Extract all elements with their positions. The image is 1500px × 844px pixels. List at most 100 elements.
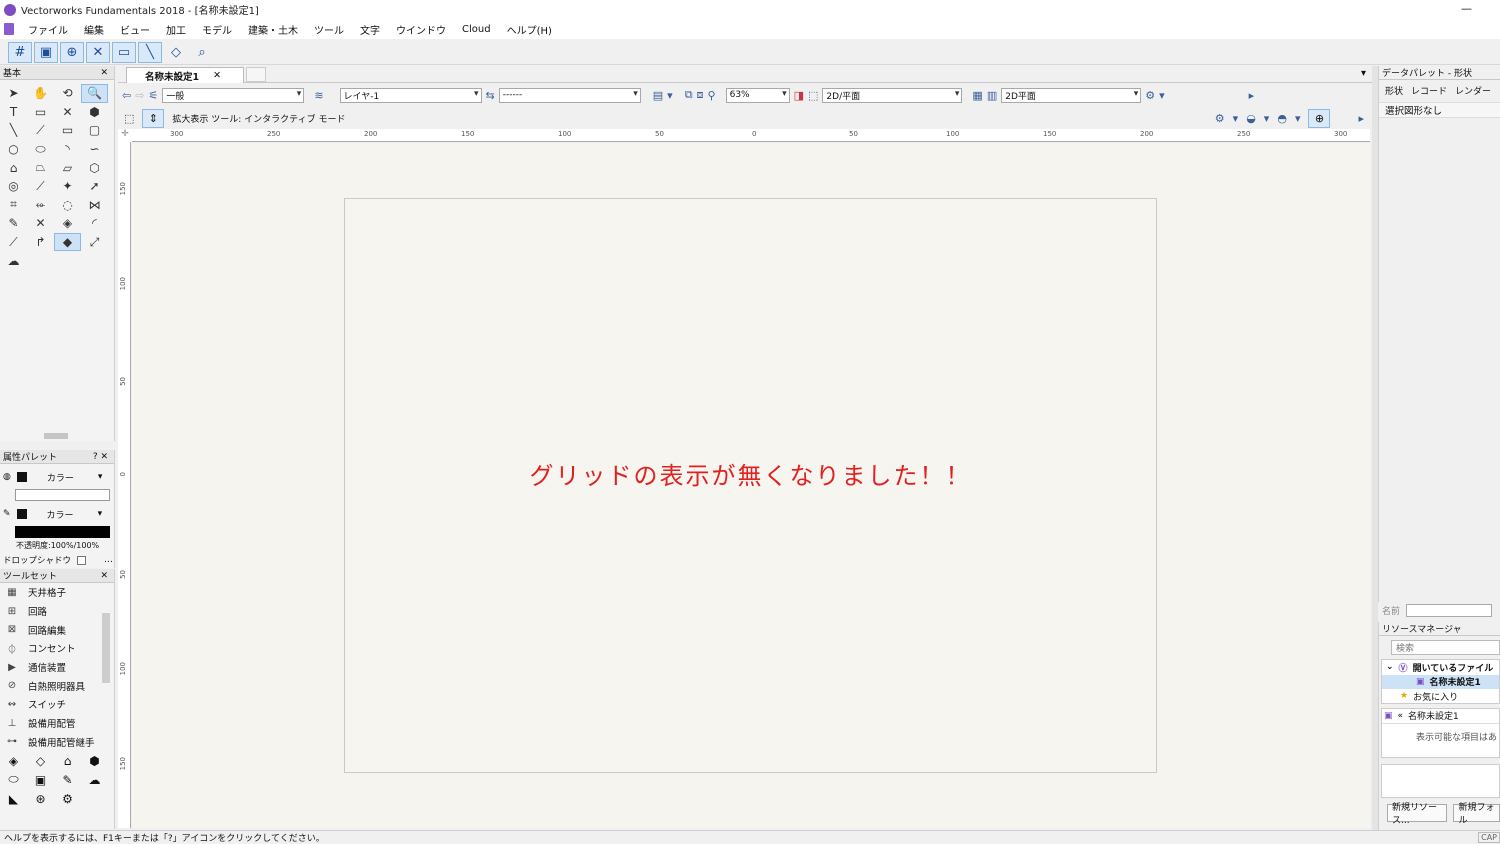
fill-style-label[interactable]: カラー <box>47 471 74 484</box>
class-dropdown[interactable]: 一般 <box>162 87 305 103</box>
menu-edit[interactable]: 編集 <box>76 22 112 37</box>
snap-grid-icon[interactable]: # <box>8 41 32 63</box>
menu-model[interactable]: モデル <box>194 22 240 37</box>
projection-icon[interactable]: ▥ <box>987 89 997 102</box>
view-dropdown[interactable]: 2D/平面 <box>822 87 963 103</box>
dimension-tool-icon[interactable]: ⤢ <box>81 233 108 252</box>
fit-view-icon[interactable]: ⧈ <box>697 88 704 102</box>
back-arrow-icon[interactable]: ⇦ <box>122 89 131 102</box>
double-polygon-tool-icon[interactable]: ⏥ <box>54 158 81 177</box>
interactive-zoom-mode-icon[interactable]: ⇕ <box>142 108 165 128</box>
chevron-down-icon[interactable]: ▾ <box>1295 112 1301 125</box>
menu-modify[interactable]: 加工 <box>158 22 194 37</box>
render-mode-icon[interactable]: ▦ <box>972 89 982 102</box>
reshape-tool-icon[interactable]: ⬰ <box>27 196 54 215</box>
menu-tools[interactable]: ツール <box>306 22 352 37</box>
snap-distance-icon[interactable]: ▭ <box>112 41 136 63</box>
machine-design-toolset-icon[interactable]: ◣ <box>0 789 27 808</box>
layer-dropdown[interactable]: レイヤ-1 <box>339 87 482 103</box>
tree-item-favorites[interactable]: ★ お気に入り <box>1382 689 1499 704</box>
text-tool-icon[interactable]: T <box>0 103 27 122</box>
document-icon[interactable] <box>4 23 14 35</box>
oval-tool-icon[interactable]: ⬭ <box>27 140 54 159</box>
render-dropdown[interactable]: 2D平面 <box>1001 87 1142 103</box>
site-toolset-icon[interactable]: ☁ <box>81 770 108 789</box>
mep-toolset-icon[interactable]: ⊛ <box>27 789 54 808</box>
snap-point-icon[interactable]: ◇ <box>164 42 188 63</box>
furniture-toolset-icon[interactable]: ▣ <box>27 770 54 789</box>
double-line-tool-icon[interactable]: ⟋ <box>27 121 54 140</box>
zoom-mode-icon[interactable]: ⬚ <box>124 112 134 125</box>
palette-collapse-handle[interactable] <box>44 433 68 439</box>
visualization-icon[interactable]: ◒ <box>1246 112 1256 125</box>
help-icon[interactable]: ? <box>93 452 98 462</box>
regular-polygon-tool-icon[interactable]: ⬡ <box>81 158 108 177</box>
circle-tool-icon[interactable]: ○ <box>0 140 27 159</box>
connect-tool-icon[interactable]: ◈ <box>54 214 81 233</box>
toolset-item[interactable]: ⊶ 設備用配管継手 <box>0 733 114 752</box>
trim-tool-icon[interactable]: ✕ <box>27 214 54 233</box>
chevron-down-icon[interactable]: ▾ <box>1233 112 1239 125</box>
chevron-down-icon[interactable]: ▾ <box>98 472 103 482</box>
snap-angle-icon[interactable]: ⊕ <box>60 41 84 63</box>
spiral-tool-icon[interactable]: ◎ <box>0 177 27 196</box>
close-icon[interactable]: ✕ <box>213 70 221 81</box>
line-type-dropdown[interactable]: ------ <box>498 87 641 103</box>
pen-style-label[interactable]: カラー <box>47 508 74 521</box>
expand-bar-icon[interactable]: ▸ <box>1358 112 1364 125</box>
chevron-down-icon[interactable]: ▾ <box>667 89 673 102</box>
dims-notes-toolset-icon[interactable]: ⬭ <box>0 770 27 789</box>
chevron-down-icon[interactable]: ▾ <box>1264 112 1270 125</box>
toolset-item[interactable]: ⊘ 白熱照明器具 <box>0 676 114 695</box>
visualization-toolset-icon[interactable]: ◇ <box>27 751 54 770</box>
zoom-tool-icon[interactable]: 🔍 <box>81 84 108 103</box>
chevron-down-icon[interactable]: ▾ <box>1361 68 1366 79</box>
mirror-tool-icon[interactable]: ⋈ <box>81 196 108 215</box>
detailing-toolset-icon[interactable]: ✎ <box>54 770 81 789</box>
standard-view-icon[interactable]: ⬚ <box>808 89 818 102</box>
snap-tangent-icon[interactable]: ╲ <box>138 41 162 63</box>
building-shell-toolset-icon[interactable]: ⌂ <box>54 751 81 770</box>
symbol-insert-icon[interactable]: ⬢ <box>81 103 108 122</box>
menu-help[interactable]: ヘルプ(H) <box>499 22 560 37</box>
toolset-item[interactable]: ⏀ コンセント <box>0 639 114 658</box>
menu-view[interactable]: ビュー <box>112 22 158 37</box>
selection-tool-icon[interactable]: ➤ <box>0 84 27 103</box>
forward-arrow-icon[interactable]: ⇨ <box>135 89 144 102</box>
dropshadow-checkbox[interactable] <box>77 555 87 565</box>
magnifier-icon[interactable]: ⚲ <box>708 89 716 102</box>
fill-swatch[interactable] <box>16 472 27 482</box>
gear-toolset-icon[interactable]: ⚙ <box>54 789 81 808</box>
tab-render[interactable]: レンダー <box>1455 84 1491 98</box>
locus-tool-icon[interactable]: ✕ <box>54 103 81 122</box>
menu-window[interactable]: ウインドウ <box>388 22 454 37</box>
cloud-tool-icon[interactable]: ☁ <box>0 251 27 270</box>
layer-visibility-icon[interactable]: ◓ <box>1277 112 1287 125</box>
toolset-item[interactable]: ⊞ 回路 <box>0 602 114 621</box>
close-icon[interactable]: ✕ <box>100 571 108 581</box>
toolset-item[interactable]: ⊥ 設備用配管 <box>0 714 114 733</box>
magic-wand-tool-icon[interactable]: ✦ <box>54 177 81 196</box>
menu-text[interactable]: 文字 <box>352 22 388 37</box>
new-tab-button[interactable] <box>246 67 266 82</box>
polyline-tool-icon[interactable]: ⌂ <box>0 158 27 177</box>
chevron-down-icon[interactable]: ▾ <box>1159 89 1165 102</box>
flip-view-icon[interactable]: ◨ <box>794 89 804 102</box>
tab-record[interactable]: レコード <box>1411 84 1447 98</box>
close-icon[interactable]: ✕ <box>100 68 108 78</box>
toolset-item[interactable]: ↭ スイッチ <box>0 695 114 714</box>
opacity-label[interactable]: 不透明度:100%/100% <box>0 540 114 551</box>
clip-tool-icon[interactable]: ⌗ <box>0 196 27 215</box>
attribute-mapping-tool-icon[interactable]: ➚ <box>81 177 108 196</box>
chamfer-tool-icon[interactable]: ⟋ <box>0 233 27 252</box>
toolset-item[interactable]: ▶ 通信装置 <box>0 658 114 677</box>
fillet-tool-icon[interactable]: ◜ <box>81 214 108 233</box>
arc-tool-icon[interactable]: ◝ <box>54 140 81 159</box>
attr-help-button[interactable]: ? ✕ <box>93 452 108 462</box>
new-resource-button[interactable]: 新規リソース... <box>1387 803 1448 826</box>
split-tool-icon[interactable]: ✎ <box>0 214 27 233</box>
architecture-toolset-icon[interactable]: ◈ <box>0 751 27 770</box>
zoom-dropdown[interactable]: 63% <box>725 87 790 103</box>
toolset-item[interactable]: ▦ 天井格子 <box>0 583 114 602</box>
3d-modeling-toolset-icon[interactable]: ⬢ <box>81 751 108 770</box>
